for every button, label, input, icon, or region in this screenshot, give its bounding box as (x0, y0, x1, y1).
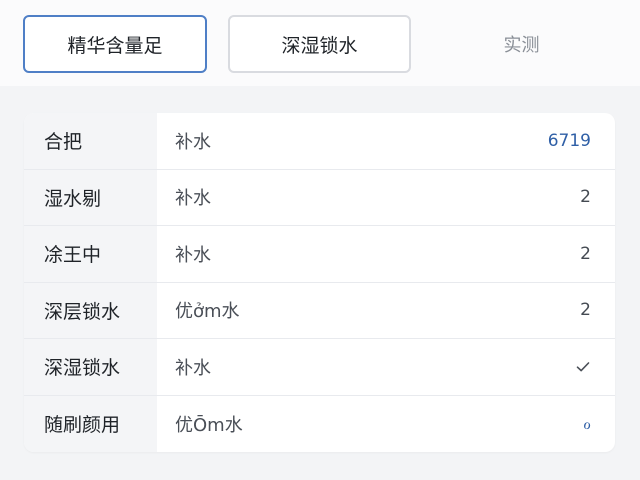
check-icon (575, 359, 591, 375)
row-end-value: 2 (580, 243, 591, 264)
row-end-value: ℴ (583, 413, 591, 434)
row-value: 补水 (175, 188, 211, 210)
row-end-value: 2 (580, 300, 591, 321)
table-row: 合把 补水 6719 (24, 113, 615, 170)
row-key: 湿水剔 (24, 169, 157, 226)
row-key: 随刷颜用 (24, 395, 157, 452)
spec-table: 合把 补水 6719 湿水剔 补水 2 凃王中 补水 2 深层锁水 优ởm水 2… (24, 113, 615, 452)
row-content: 补水 (157, 339, 615, 396)
row-key: 深湿锁水 (24, 339, 157, 396)
row-value: 优ởm水 (175, 301, 240, 323)
table-row: 湿水剔 补水 2 (24, 169, 615, 226)
row-content: 优ởm水 2 (157, 283, 615, 339)
table-row: 凃王中 补水 2 (24, 226, 615, 283)
row-content: 补水 6719 (157, 113, 615, 170)
tab-measured[interactable]: 实测 (430, 15, 613, 73)
tab-deep-moisture-lock[interactable]: 深湿锁水 (228, 15, 411, 73)
row-content: 优Ōm水 ℴ (157, 396, 615, 453)
row-end-value: 2 (580, 187, 591, 208)
table-row: 深层锁水 优ởm水 2 (24, 282, 615, 339)
row-value: 补水 (175, 131, 211, 153)
row-key: 凃王中 (24, 226, 157, 283)
table-row: 随刷颜用 优Ōm水 ℴ (24, 395, 615, 453)
row-value: 优Ōm水 (175, 414, 243, 436)
row-content: 补水 2 (157, 170, 615, 226)
row-content: 补水 2 (157, 226, 615, 283)
tab-bar: 精华含量足 深湿锁水 实测 (0, 0, 640, 86)
row-end-value: 6719 (547, 130, 591, 151)
row-value: 补水 (175, 357, 211, 379)
row-key: 深层锁水 (24, 282, 157, 339)
row-key: 合把 (24, 113, 157, 170)
tab-essence-content[interactable]: 精华含量足 (23, 15, 207, 73)
row-value: 补水 (175, 244, 211, 266)
table-row: 深湿锁水 补水 (24, 339, 615, 396)
